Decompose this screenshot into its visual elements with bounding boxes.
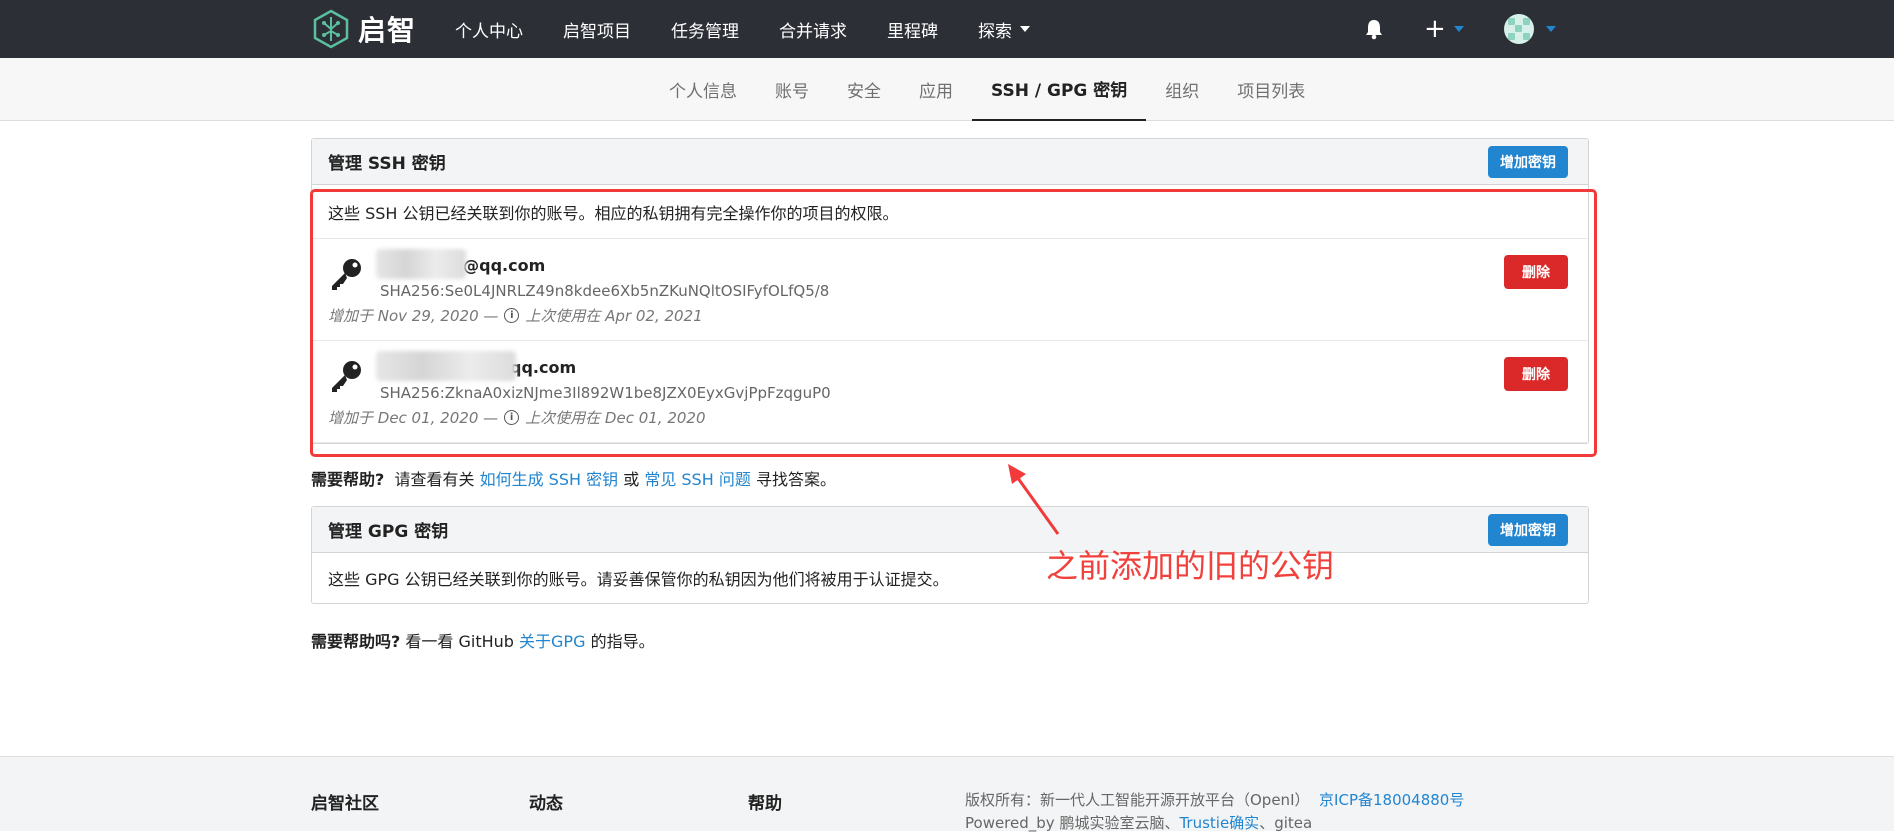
footer-col-news[interactable]: 动态 [529,789,563,814]
gpg-help-label: 需要帮助吗? [311,632,401,651]
main-nav: 个人中心 启智项目 任务管理 合并请求 里程碑 探索 [455,0,1070,58]
ssh-help-suffix: 寻找答案。 [755,470,836,489]
annotation-text: 之前添加的旧的公钥 [1046,547,1335,585]
tab-account[interactable]: 账号 [756,58,828,121]
gpg-help-text: 需要帮助吗? 看一看 GitHub 关于GPG 的指导。 [311,628,655,652]
gpg-keys-panel: 管理 GPG 密钥 增加密钥 这些 GPG 公钥已经关联到你的账号。请妥善保管你… [311,506,1589,604]
create-new-button[interactable]: + [1424,0,1464,58]
ssh-panel-header: 管理 SSH 密钥 增加密钥 [312,139,1588,185]
tab-security[interactable]: 安全 [828,58,900,121]
nav-item-pulls[interactable]: 合并请求 [779,17,847,42]
add-ssh-key-button[interactable]: 增加密钥 [1488,146,1568,178]
chevron-down-icon [1020,26,1030,32]
tab-applications[interactable]: 应用 [900,58,972,121]
footer: 启智社区 动态 帮助 版权所有：新一代人工智能开源开放平台（OpenI） 京IC… [0,756,1894,832]
icp-link[interactable]: 京ICP备18004880号 [1319,791,1464,809]
notifications-button[interactable] [1364,0,1384,58]
gpg-description: 这些 GPG 公钥已经关联到你的账号。请妥善保管你的私钥因为他们将被用于认证提交… [328,570,949,589]
annotation-highlight-box [310,189,1597,457]
ssh-help-text: 需要帮助? 请查看有关 如何生成 SSH 密钥 或 常见 SSH 问题 寻找答案… [311,466,836,490]
gpg-panel-title: 管理 GPG 密钥 [328,522,449,542]
ssh-help-label: 需要帮助? [311,470,385,489]
generate-ssh-key-link[interactable]: 如何生成 SSH 密钥 [480,470,619,489]
ssh-help-or: 或 [623,470,640,489]
footer-copyright: 版权所有：新一代人工智能开源开放平台（OpenI） 京ICP备18004880号… [965,789,1464,835]
brain-logo-icon [313,9,349,49]
explore-label: 探索 [978,21,1012,42]
gpg-panel-header: 管理 GPG 密钥 增加密钥 [312,507,1588,553]
powered-by-suffix: 、gitea [1259,814,1313,832]
tab-organizations[interactable]: 组织 [1146,58,1218,121]
footer-col-community[interactable]: 启智社区 [311,789,379,814]
tab-repositories[interactable]: 项目列表 [1218,58,1324,121]
nav-item-projects[interactable]: 启智项目 [563,17,631,42]
ssh-faq-link[interactable]: 常见 SSH 问题 [644,470,751,489]
about-gpg-link[interactable]: 关于GPG [519,632,585,651]
bell-icon [1366,20,1382,40]
tab-profile[interactable]: 个人信息 [650,58,756,121]
gpg-help-prefix: 看一看 GitHub [405,632,514,651]
powered-by-text: Powered_by 鹏城实验室云脑、 [965,814,1180,832]
footer-col-help[interactable]: 帮助 [748,789,782,814]
nav-item-issues[interactable]: 任务管理 [671,17,739,42]
plus-icon: + [1424,14,1446,44]
brand-name: 启智 [358,14,417,47]
nav-item-explore[interactable]: 探索 [978,17,1030,42]
user-menu-button[interactable] [1504,0,1556,58]
ssh-panel-title: 管理 SSH 密钥 [328,154,446,174]
settings-subnav: 个人信息 账号 安全 应用 SSH / GPG 密钥 组织 项目列表 [0,58,1894,121]
top-navbar: 启智 个人中心 启智项目 任务管理 合并请求 里程碑 探索 + [0,0,1894,58]
nav-item-dashboard[interactable]: 个人中心 [455,17,523,42]
trustie-link[interactable]: Trustie确实 [1179,814,1259,832]
avatar [1504,14,1534,44]
copyright-text: 版权所有：新一代人工智能开源开放平台（OpenI） [965,791,1310,809]
chevron-down-icon [1453,26,1464,32]
add-gpg-key-button[interactable]: 增加密钥 [1488,514,1568,546]
annotation-arrow-icon [1008,464,1060,535]
tab-ssh-gpg-keys[interactable]: SSH / GPG 密钥 [972,58,1147,121]
nav-item-milestones[interactable]: 里程碑 [887,17,938,42]
logo[interactable]: 启智 [312,9,416,49]
ssh-help-prefix: 请查看有关 [394,470,475,489]
chevron-down-icon [1546,26,1556,32]
gpg-help-suffix: 的指导。 [590,632,655,651]
